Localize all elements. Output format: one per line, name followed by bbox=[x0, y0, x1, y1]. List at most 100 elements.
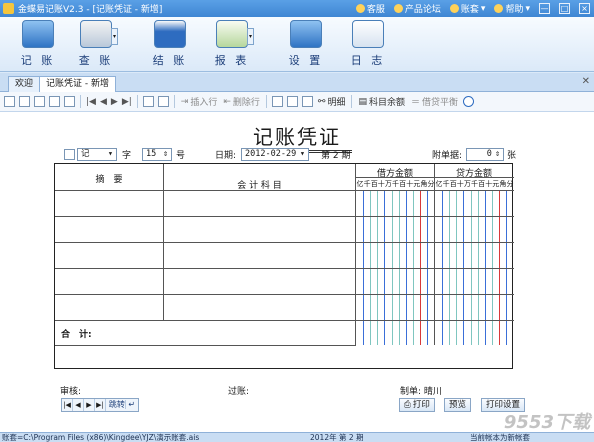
digit-header: 分 bbox=[506, 180, 514, 188]
account-icon bbox=[449, 4, 459, 13]
maker-name: 晴川 bbox=[423, 387, 442, 397]
amount-header-divider bbox=[356, 177, 514, 178]
app-logo-icon bbox=[3, 3, 14, 14]
attachments-stepper[interactable]: 0 ⇕ bbox=[466, 148, 505, 161]
toolbar-separator bbox=[136, 95, 138, 108]
jump-button[interactable]: 跳转 ↵ bbox=[106, 399, 138, 411]
toolbar-settings-button[interactable]: 设 置 bbox=[282, 20, 330, 70]
close-tab-icon[interactable]: ✕ bbox=[582, 76, 590, 87]
column-divider bbox=[355, 164, 356, 345]
document-tabs: 欢迎 记账凭证 - 新增 ✕ bbox=[0, 73, 594, 92]
preview-button[interactable]: 预览 bbox=[444, 398, 472, 412]
last-record-icon[interactable]: ▶| bbox=[122, 97, 132, 107]
voucher-number-group: 15 ⇕ 号 bbox=[142, 148, 185, 161]
insert-row-button[interactable]: ⇥ 插入行 bbox=[180, 95, 218, 109]
row-divider bbox=[55, 268, 514, 269]
balance-table-icon: ▤ bbox=[358, 96, 367, 107]
help-icon bbox=[494, 4, 504, 13]
toolbar-query-button[interactable]: ▾ 查 账 bbox=[72, 20, 120, 70]
toolbar-separator bbox=[351, 95, 353, 108]
binoculars-icon: ⚯ bbox=[317, 96, 326, 107]
debit-credit-balance-button[interactable]: ＝借贷平衡 bbox=[411, 95, 458, 108]
window-title: 金蝶易记账V2.3 - [记账凭证 - 新增] bbox=[18, 5, 163, 15]
print-icon[interactable] bbox=[142, 96, 154, 107]
subject-balance-button[interactable]: ▤ 科目余额 bbox=[358, 95, 405, 109]
help-link[interactable]: 帮助 ▾ bbox=[494, 2, 530, 15]
toolbar-log-button[interactable]: 日 志 bbox=[344, 20, 392, 70]
next-record-icon[interactable]: ▶ bbox=[111, 97, 118, 107]
stepper-icon: ⇕ bbox=[494, 149, 501, 159]
voucher-sheet: 记账凭证 记 ▾ 字 15 ⇕ 号 日期: 2012-02-29 ▾ 第 2 期 附单… bbox=[0, 112, 594, 432]
tab-voucher-new[interactable]: 记账凭证 - 新增 bbox=[39, 76, 116, 92]
voucher-date-picker[interactable]: 2012-02-29 ▾ bbox=[241, 148, 310, 161]
voucher-type-select[interactable]: 记 ▾ bbox=[77, 148, 117, 161]
column-header-summary: 摘 要 bbox=[95, 175, 123, 185]
post-label: 过账: bbox=[228, 387, 250, 397]
account-link[interactable]: 账套 ▾ bbox=[449, 2, 485, 15]
save-icon[interactable] bbox=[19, 96, 30, 107]
query-dropdown-button[interactable]: ▾ bbox=[111, 28, 118, 45]
toolbar-report-button[interactable]: ▾ 报 表 bbox=[208, 20, 256, 70]
chevron-down-icon: ▾ bbox=[299, 149, 306, 159]
last-page-icon[interactable]: ▶| bbox=[95, 399, 106, 411]
row-divider bbox=[55, 242, 514, 243]
maker-label: 制单: 晴川 bbox=[400, 387, 442, 397]
toolbar-close-period-button[interactable]: 结 账 bbox=[146, 20, 194, 70]
print-button[interactable]: ⎙ 打印 bbox=[399, 398, 435, 412]
delete-row-icon: ⇤ bbox=[223, 96, 231, 107]
calculator-icon[interactable] bbox=[271, 96, 283, 107]
template-icon[interactable] bbox=[301, 96, 313, 107]
status-book: 当前帐本为新帐套 bbox=[470, 433, 530, 442]
next-page-icon[interactable]: ▶ bbox=[84, 399, 95, 411]
prev-record-icon[interactable]: ◀ bbox=[100, 97, 107, 107]
service-link[interactable]: 客服 bbox=[355, 2, 385, 15]
first-record-icon[interactable]: |◀ bbox=[86, 97, 96, 107]
total-label: 合 计: bbox=[61, 330, 92, 340]
main-toolbar: 记 账 ▾ 查 账 结 账 ▾ 报 表 设 置 日 志 bbox=[0, 17, 594, 72]
header-divider bbox=[55, 190, 514, 191]
tab-welcome[interactable]: 欢迎 bbox=[8, 76, 41, 92]
delete-icon[interactable] bbox=[64, 96, 75, 107]
voucher-entry-grid: 摘 要 会 计 科 目 借方金额 贷方金额 亿千百十万千百十元角分亿千百十万千百… bbox=[54, 163, 514, 369]
paste-icon[interactable] bbox=[49, 96, 60, 107]
column-divider bbox=[434, 164, 435, 345]
stepper-icon: ⇕ bbox=[162, 149, 168, 159]
chevron-down-icon: ▾ bbox=[107, 149, 113, 159]
status-period: 2012年 第 2 期 bbox=[310, 433, 364, 442]
voucher-date-group: 日期: 2012-02-29 ▾ 第 2 期 bbox=[215, 148, 351, 161]
forum-icon bbox=[393, 4, 403, 13]
column-divider bbox=[163, 164, 164, 320]
voucher-title: 记账凭证 bbox=[253, 125, 341, 149]
preview-icon[interactable] bbox=[157, 96, 169, 107]
close-button[interactable]: × bbox=[579, 3, 590, 14]
forum-link[interactable]: 产品论坛 bbox=[393, 2, 441, 15]
row-divider bbox=[55, 216, 514, 217]
prev-page-icon[interactable]: ◀ bbox=[73, 399, 84, 411]
toolbar-separator bbox=[265, 95, 267, 108]
maximize-button[interactable]: □ bbox=[559, 3, 570, 14]
refresh-icon[interactable] bbox=[463, 96, 475, 107]
period-text: 第 2 期 bbox=[321, 151, 351, 161]
log-notes-icon bbox=[352, 20, 384, 48]
voucher-number-stepper[interactable]: 15 ⇕ bbox=[142, 148, 172, 161]
detail-button[interactable]: ⚯ 明细 bbox=[317, 95, 346, 109]
watermark-logo: 9553下载 bbox=[503, 412, 590, 433]
toolbar-ledger-button[interactable]: 记 账 bbox=[14, 20, 62, 70]
status-path: 账套=C:\Program Files (x86)\Kingdee\YJZ\演示… bbox=[2, 433, 200, 442]
insert-row-icon: ⇥ bbox=[180, 96, 189, 107]
total-row-divider bbox=[55, 320, 514, 321]
minimize-button[interactable]: — bbox=[539, 3, 550, 14]
printer-icon: ⎙ bbox=[404, 400, 411, 410]
attachments-group: 附单据: 0 ⇕ 张 bbox=[432, 148, 517, 161]
delete-row-button[interactable]: ⇤ 删除行 bbox=[223, 95, 260, 109]
report-dropdown-button[interactable]: ▾ bbox=[247, 28, 254, 45]
copy-icon[interactable] bbox=[34, 96, 45, 107]
new-icon[interactable] bbox=[4, 96, 15, 107]
total-row-bottom bbox=[55, 345, 356, 346]
first-page-icon[interactable]: |◀ bbox=[62, 399, 73, 411]
gear-icon bbox=[290, 20, 322, 48]
toolbar-separator bbox=[80, 95, 81, 108]
attachment-icon[interactable] bbox=[286, 96, 298, 107]
voucher-type-group: 记 ▾ 字 bbox=[62, 148, 131, 161]
magnify-search-icon bbox=[80, 20, 112, 48]
